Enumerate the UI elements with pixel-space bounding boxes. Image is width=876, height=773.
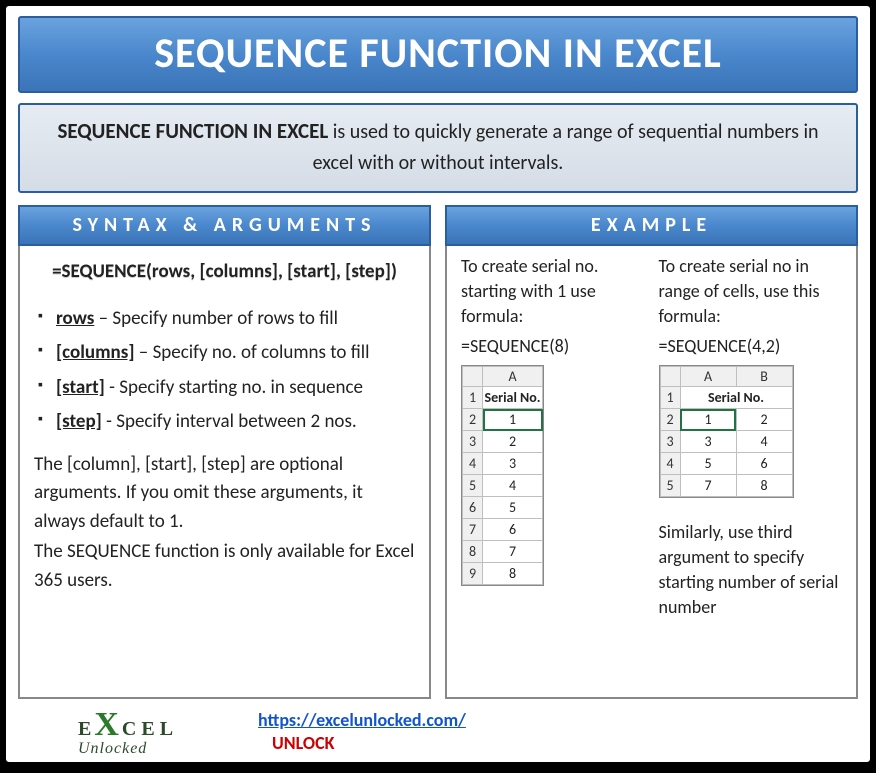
example-heading: EXAMPLE [445, 205, 858, 246]
footer: EXCEL Unlocked https://excelunlocked.com… [18, 707, 858, 756]
page: SEQUENCE FUNCTION IN EXCEL SEQUENCE FUNC… [5, 5, 871, 763]
example-1-sheet: A 1Serial No. 21 32 43 54 65 76 87 98 [461, 365, 544, 587]
cell: 3 [680, 431, 736, 453]
col-header-a: A [680, 366, 736, 387]
cell: 1 [483, 409, 543, 431]
cell: 4 [483, 475, 543, 497]
syntax-panel: SYNTAX & ARGUMENTS =SEQUENCE(rows, [colu… [18, 205, 431, 699]
argument-list: rows – Specify number of rows to fill [c… [34, 305, 415, 437]
example-1-text: To create serial no. starting with 1 use… [461, 254, 645, 330]
columns: SYNTAX & ARGUMENTS =SEQUENCE(rows, [colu… [18, 205, 858, 699]
cell: 5 [483, 497, 543, 519]
cell: 7 [680, 475, 736, 497]
example-2-sheet: A B 1Serial No. 212 334 456 578 [659, 365, 794, 499]
example-body: To create serial no. starting with 1 use… [447, 244, 856, 628]
arg-rows: rows – Specify number of rows to fill [34, 305, 415, 334]
example-1-formula: =SEQUENCE(8) [461, 334, 645, 359]
intro-box: SEQUENCE FUNCTION IN EXCEL is used to qu… [18, 103, 858, 193]
example-2: To create serial no in range of cells, u… [659, 254, 843, 620]
col-header-b: B [736, 366, 792, 387]
logo: EXCEL Unlocked [78, 709, 178, 756]
syntax-note-1: The [column], [start], [step] are option… [34, 451, 415, 537]
arg-step: [step] - Specify interval between 2 nos. [34, 408, 415, 437]
intro-rest: is used to quickly generate a range of s… [313, 120, 819, 175]
page-title: SEQUENCE FUNCTION IN EXCEL [18, 16, 858, 93]
syntax-body: =SEQUENCE(rows, [columns], [start], [ste… [20, 244, 429, 603]
cell: 2 [483, 431, 543, 453]
cell: 7 [483, 541, 543, 563]
cell: 5 [680, 453, 736, 475]
logo-x-icon: X [94, 706, 124, 743]
example-panel: EXAMPLE To create serial no. starting wi… [445, 205, 858, 699]
example-2-note: Similarly, use third argument to specify… [659, 520, 843, 621]
col-header-a: A [483, 366, 543, 387]
unlock-label: UNLOCK [272, 732, 334, 754]
sheet-corner [463, 366, 483, 387]
cell: 1 [680, 409, 736, 431]
site-link[interactable]: https://excelunlocked.com/ [258, 709, 466, 731]
example-2-formula: =SEQUENCE(4,2) [659, 334, 843, 359]
example-1: To create serial no. starting with 1 use… [461, 254, 645, 620]
cell: 6 [736, 453, 792, 475]
syntax-formula: =SEQUENCE(rows, [columns], [start], [ste… [34, 258, 415, 287]
syntax-note-2: The SEQUENCE function is only available … [34, 538, 415, 595]
serial-header: Serial No. [680, 387, 792, 409]
example-2-text: To create serial no in range of cells, u… [659, 254, 843, 330]
arg-columns: [columns] – Specify no. of columns to fi… [34, 339, 415, 368]
cell: 6 [483, 519, 543, 541]
serial-header: Serial No. [483, 387, 543, 409]
cell: 4 [736, 431, 792, 453]
arg-start: [start] - Specify starting no. in sequen… [34, 374, 415, 403]
syntax-heading: SYNTAX & ARGUMENTS [18, 205, 431, 246]
logo-subtitle: Unlocked [78, 741, 178, 756]
intro-lead: SEQUENCE FUNCTION IN EXCEL [57, 118, 328, 144]
example-row: To create serial no. starting with 1 use… [461, 254, 842, 620]
cell: 3 [483, 453, 543, 475]
cell: 8 [483, 563, 543, 585]
cell: 8 [736, 475, 792, 497]
footer-links: https://excelunlocked.com/ UNLOCK [258, 709, 466, 756]
cell: 2 [736, 409, 792, 431]
sheet-corner [660, 366, 680, 387]
